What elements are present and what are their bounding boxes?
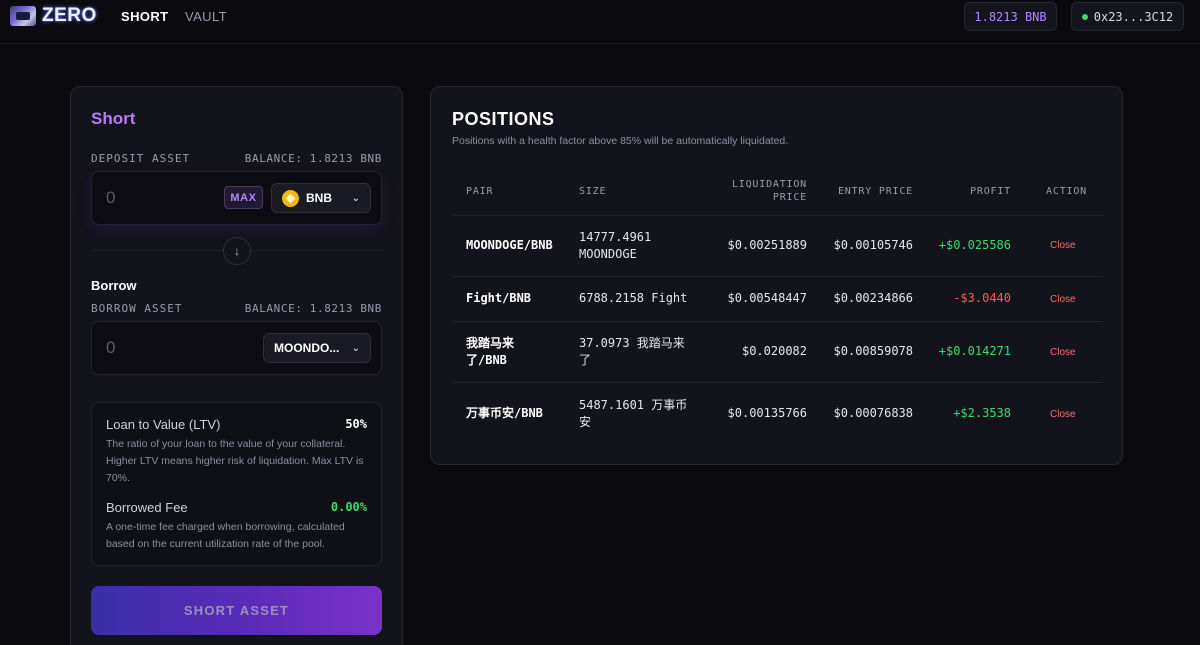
close-position-button[interactable]: Close (1050, 347, 1076, 358)
deposit-amount-input[interactable]: 0 (106, 188, 115, 208)
header-pair: PAIR (466, 186, 494, 197)
fee-value: 0.00% (330, 500, 367, 514)
close-position-button[interactable]: Close (1050, 409, 1076, 420)
header-profit: PROFIT (970, 186, 1011, 197)
row-pair: MOONDOGE/BNB (466, 238, 553, 252)
borrow-token-select[interactable]: MOONDO... ⌄ (263, 333, 371, 363)
row-size: 5487.1601 万事币安 (579, 398, 688, 429)
row-pair: 万事币安/BNB (466, 406, 543, 420)
logo-text[interactable]: ZERO (42, 5, 97, 27)
close-position-button[interactable]: Close (1050, 294, 1076, 305)
nav-link-vault[interactable]: VAULT (185, 9, 227, 24)
logo-image (10, 6, 36, 26)
fee-description: A one-time fee charged when borrowing, c… (106, 521, 345, 550)
row-divider (452, 382, 1103, 383)
ltv-label: Loan to Value (LTV) (106, 417, 221, 432)
fee-label: Borrowed Fee (106, 500, 188, 515)
row-liquidation-price: $0.00135766 (727, 406, 807, 420)
balance-pill[interactable]: 1.8213 BNB (964, 2, 1057, 31)
borrow-balance: BALANCE: 1.8213 BNB (244, 302, 382, 315)
panel-title: Short (91, 109, 136, 128)
header-liquidation-price: LIQUIDATION PRICE (731, 179, 807, 203)
row-size: 14777.4961 MOONDOGE (579, 230, 652, 261)
row-divider (452, 276, 1103, 277)
wallet-button[interactable]: 0x23...3C12 (1071, 2, 1184, 31)
borrow-title: Borrow (91, 278, 137, 293)
header-action: ACTION (1046, 186, 1087, 197)
loan-info-box: Loan to Value (LTV) 50% The ratio of you… (91, 402, 382, 566)
row-entry-price: $0.00105746 (833, 238, 913, 252)
ltv-description: The ratio of your loan to the value of y… (106, 438, 364, 484)
chevron-down-icon: ⌄ (351, 192, 360, 204)
borrow-token-label: MOONDO... (274, 341, 340, 355)
short-asset-button[interactable]: SHORT ASSET (91, 586, 382, 635)
row-entry-price: $0.00234866 (833, 291, 913, 305)
row-profit: +$0.014271 (938, 344, 1011, 358)
row-profit: +$0.025586 (938, 238, 1011, 252)
deposit-token-select[interactable]: BNB ⌄ (271, 183, 371, 213)
row-pair: Fight/BNB (466, 291, 532, 305)
row-entry-price: $0.00076838 (833, 406, 913, 420)
deposit-balance: BALANCE: 1.8213 BNB (244, 152, 382, 165)
short-panel: Short DEPOSIT ASSET BALANCE: 1.8213 BNB … (70, 86, 403, 645)
positions-title: POSITIONS (452, 109, 555, 129)
positions-panel: POSITIONS Positions with a health factor… (430, 86, 1123, 465)
wallet-address: 0x23...3C12 (1093, 9, 1174, 24)
max-button[interactable]: MAX (224, 186, 263, 209)
row-liquidation-price: $0.00548447 (727, 291, 807, 305)
ltv-value: 50% (345, 417, 367, 431)
row-pair: 我踏马来了/BNB (466, 336, 515, 367)
nav-link-short[interactable]: SHORT (121, 9, 169, 24)
close-position-button[interactable]: Close (1050, 240, 1076, 251)
deposit-token-label: BNB (306, 191, 332, 205)
row-size: 37.0973 我踏马来了 (579, 336, 685, 367)
borrow-amount-input[interactable]: 0 (106, 338, 115, 358)
chevron-down-icon: ⌄ (351, 342, 360, 354)
row-liquidation-price: $0.00251889 (727, 238, 807, 252)
row-divider (452, 215, 1103, 216)
row-size: 6788.2158 Fight (579, 291, 688, 305)
deposit-input-box: 0 MAX BNB ⌄ (91, 171, 382, 225)
bnb-token-icon (282, 189, 299, 207)
row-profit: -$3.0440 (953, 291, 1011, 305)
borrow-asset-label: BORROW ASSET (91, 302, 183, 315)
connected-status-icon (1081, 13, 1088, 20)
row-divider (452, 321, 1103, 322)
top-navbar: ZERO SHORT VAULT 1.8213 BNB 0x23...3C12 (0, 0, 1200, 44)
borrow-input-box: 0 MOONDO... ⌄ (91, 321, 382, 375)
positions-subtitle: Positions with a health factor above 85%… (452, 135, 789, 147)
header-size: SIZE (579, 186, 607, 197)
header-entry-price: ENTRY PRICE (837, 186, 913, 197)
deposit-asset-label: DEPOSIT ASSET (91, 152, 191, 165)
row-entry-price: $0.00859078 (833, 344, 913, 358)
row-profit: +$2.3538 (953, 406, 1011, 420)
arrow-down-icon[interactable]: ↓ (223, 237, 251, 265)
row-liquidation-price: $0.020082 (741, 344, 807, 358)
